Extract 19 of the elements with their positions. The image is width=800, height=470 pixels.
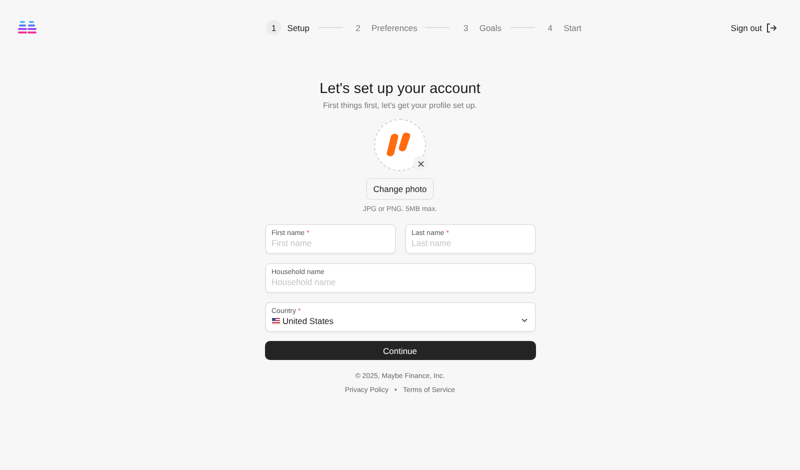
select-value: United States: [282, 316, 334, 326]
close-icon: [418, 160, 424, 166]
input-field[interactable]: Last name: [412, 238, 528, 248]
remove-photo-button[interactable]: [413, 156, 428, 171]
continue-button[interactable]: Continue: [264, 341, 536, 360]
step-tab[interactable]: 4 Start: [542, 20, 582, 35]
page-title: Let's set up your account: [320, 80, 480, 98]
page-subtitle: First things first, let's get your profile set up.: [322, 101, 478, 110]
chevron-down-icon: [520, 318, 528, 323]
change-photo-button[interactable]: Change photo: [366, 178, 434, 200]
step-tab[interactable]: 1 Setup: [266, 20, 310, 35]
logo-icon: [18, 21, 37, 34]
sign-out-button[interactable]: Sign out: [730, 22, 777, 32]
step-tab[interactable]: 3 Goals: [458, 20, 502, 35]
input-field[interactable]: Household name: [272, 277, 528, 287]
sign-out-icon: [766, 22, 777, 32]
flag-icon: [272, 318, 280, 324]
step-tab[interactable]: 2 Preferences: [350, 20, 418, 35]
input-field[interactable]: First name: [272, 238, 388, 248]
